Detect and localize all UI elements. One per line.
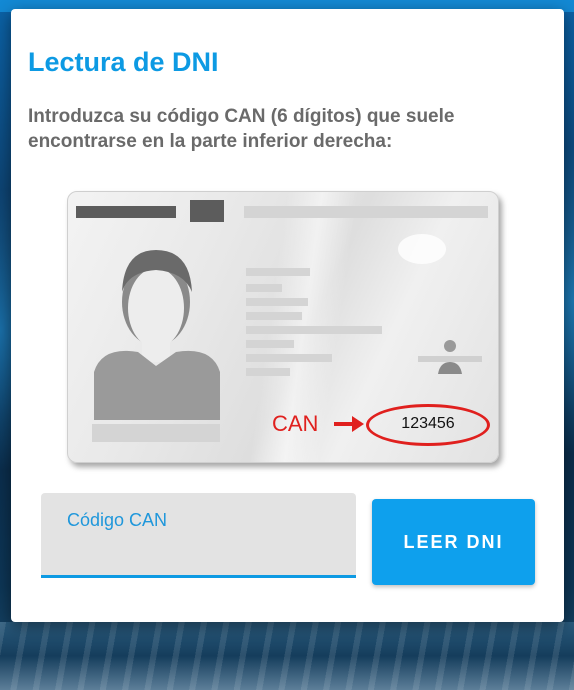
instructions-text: Introduzca su código CAN (6 dígitos) que… — [28, 106, 455, 152]
background-bottom-texture — [0, 622, 574, 690]
read-dni-button[interactable]: LEER DNI — [372, 499, 535, 585]
dni-card-illustration: CAN 123456 — [67, 191, 499, 463]
card-data-line — [246, 326, 382, 334]
card-data-line — [246, 268, 310, 276]
card-header-line — [244, 206, 488, 218]
card-data-line — [246, 284, 282, 292]
arrow-right-icon — [334, 416, 364, 432]
can-example-number: 123456 — [401, 415, 455, 432]
card-header-bar — [76, 206, 176, 218]
card-data-line — [246, 298, 308, 306]
can-label: CAN — [272, 411, 319, 436]
can-code-input[interactable] — [41, 493, 356, 575]
card-data-line — [246, 312, 302, 320]
card-ghost-image-icon — [418, 340, 482, 374]
card-data-line — [246, 340, 294, 348]
dni-reading-dialog: Lectura de DNI Introduzca su código CAN … — [11, 9, 564, 622]
card-header-block — [190, 200, 224, 222]
card-data-line — [246, 368, 290, 376]
portrait-silhouette-icon — [94, 250, 220, 420]
card-signature-line — [92, 424, 220, 442]
card-data-line — [246, 354, 332, 362]
can-code-field[interactable] — [41, 493, 356, 578]
card-hologram — [398, 234, 446, 264]
dialog-title: Lectura de DNI — [28, 47, 219, 77]
